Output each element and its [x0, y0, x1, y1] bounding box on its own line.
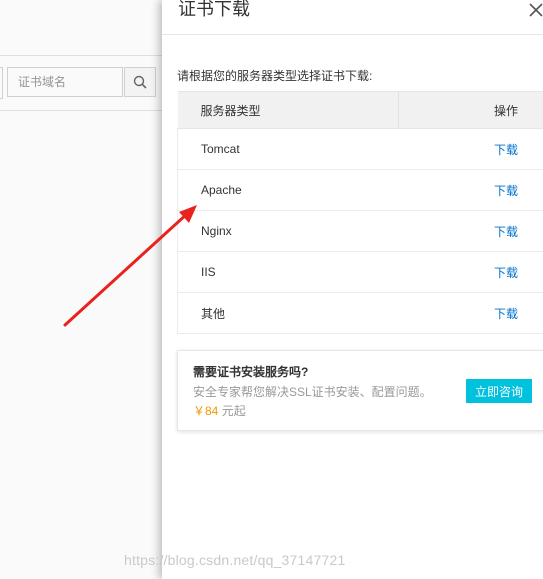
- table-row: Nginx 下载: [177, 210, 543, 252]
- header-server-type: 服务器类型: [177, 91, 399, 129]
- promo-price: ￥84: [193, 404, 219, 418]
- drawer-header: 证书下载: [162, 0, 543, 35]
- table-row: 其他 下载: [177, 292, 543, 334]
- table-row: Tomcat 下载: [177, 128, 543, 170]
- header-action: 操作: [398, 91, 543, 129]
- download-link-tomcat[interactable]: 下载: [494, 143, 518, 157]
- server-type-cell: Tomcat: [177, 128, 399, 170]
- promo-description: 安全专家帮您解决SSL证书安装、配置问题。 ￥84 元起: [193, 383, 455, 421]
- server-type-cell: Nginx: [177, 210, 399, 252]
- download-link-apache[interactable]: 下载: [494, 184, 518, 198]
- table-row: Apache 下载: [177, 169, 543, 211]
- promo-desc-text: 安全专家帮您解决SSL证书安装、配置问题。: [193, 385, 432, 399]
- server-type-cell: 其他: [177, 292, 399, 334]
- download-link-other[interactable]: 下载: [494, 307, 518, 321]
- download-link-nginx[interactable]: 下载: [494, 225, 518, 239]
- download-link-iis[interactable]: 下载: [494, 266, 518, 280]
- install-service-card: 需要证书安装服务吗? 安全专家帮您解决SSL证书安装、配置问题。 ￥84 元起 …: [177, 350, 543, 431]
- drawer-title: 证书下载: [178, 0, 250, 19]
- server-type-table: 服务器类型 操作 Tomcat 下载 Apache 下载 Nginx 下载 II…: [177, 91, 543, 334]
- drawer-intro-text: 请根据您的服务器类型选择证书下载:: [177, 69, 373, 83]
- close-icon[interactable]: [526, 0, 543, 20]
- certificate-download-drawer: 证书下载 请根据您的服务器类型选择证书下载: 服务器类型 操作 Tomcat 下…: [162, 0, 543, 579]
- promo-title: 需要证书安装服务吗?: [193, 365, 309, 379]
- server-type-cell: IIS: [177, 251, 399, 293]
- server-type-cell: Apache: [177, 169, 399, 211]
- promo-price-suffix: 元起: [221, 404, 246, 418]
- consult-now-button[interactable]: 立即咨询: [466, 379, 532, 403]
- overlay-mask[interactable]: [0, 0, 162, 579]
- watermark-text: https://blog.csdn.net/qq_37147721: [124, 552, 346, 568]
- table-row: IIS 下载: [177, 251, 543, 293]
- table-header-row: 服务器类型 操作: [177, 91, 543, 129]
